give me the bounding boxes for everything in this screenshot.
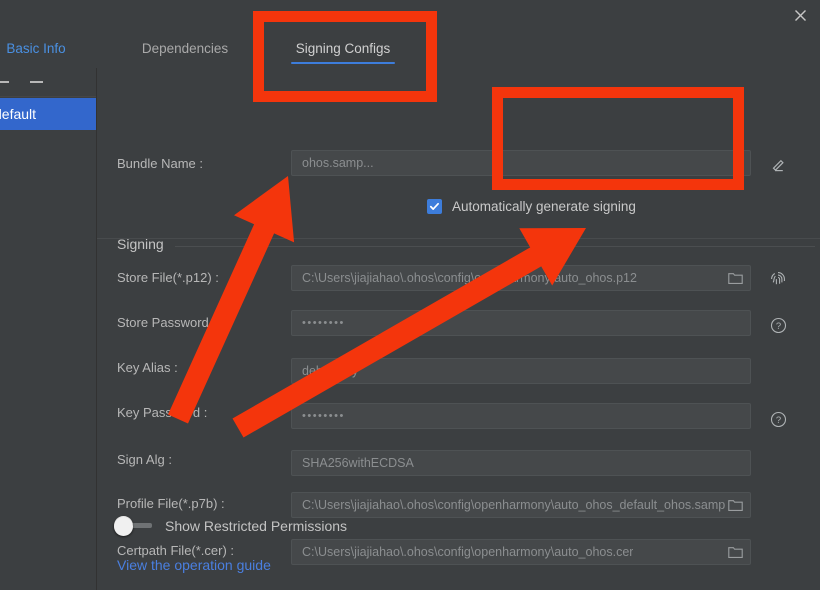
tab-dependencies[interactable]: Dependencies	[128, 28, 242, 68]
active-tab-underline	[291, 62, 395, 64]
key-password-input[interactable]: ••••••••	[291, 403, 751, 429]
bundle-name-input[interactable]: ohos.samp...	[291, 150, 751, 176]
fingerprint-icon[interactable]	[767, 268, 789, 290]
signing-section-rule	[175, 246, 815, 247]
tab-basic-info-label: Basic Info	[6, 40, 66, 56]
store-password-value: ••••••••	[302, 317, 345, 329]
config-list-sidebar: default	[0, 68, 97, 590]
profile-file-input[interactable]: C:\Users\jiajiahao\.ohos\config\openharm…	[291, 492, 751, 518]
auto-generate-signing-checkbox[interactable]: Automatically generate signing	[427, 199, 636, 214]
tab-dependencies-label: Dependencies	[141, 40, 229, 56]
auto-generate-signing-label: Automatically generate signing	[452, 199, 636, 214]
tab-basic-info[interactable]: Basic Info	[0, 28, 86, 68]
sidebar-item-default-label: default	[0, 106, 37, 122]
key-password-label: Key Password :	[117, 405, 208, 420]
checkmark-icon	[427, 199, 442, 214]
store-password-input[interactable]: ••••••••	[291, 310, 751, 336]
tab-bar: Basic Info Dependencies Signing Configs	[0, 28, 820, 69]
help-circle-icon[interactable]: ?	[767, 408, 789, 430]
plus-icon	[0, 81, 9, 83]
store-file-label: Store File(*.p12) :	[117, 270, 219, 285]
sign-alg-value: SHA256withECDSA	[302, 456, 414, 470]
folder-browse-icon[interactable]	[728, 272, 743, 285]
certpath-file-value: C:\Users\jiajiahao\.ohos\config\openharm…	[302, 545, 634, 559]
signing-section-title: Signing	[117, 236, 164, 252]
remove-config-button[interactable]	[28, 76, 44, 88]
folder-browse-icon[interactable]	[728, 499, 743, 512]
folder-browse-icon[interactable]	[728, 546, 743, 559]
profile-file-label: Profile File(*.p7b) :	[117, 496, 225, 511]
svg-text:?: ?	[775, 415, 780, 426]
certpath-file-input[interactable]: C:\Users\jiajiahao\.ohos\config\openharm…	[291, 539, 751, 565]
add-config-button[interactable]	[0, 76, 10, 88]
sidebar-toolbar	[0, 68, 96, 97]
store-password-label: Store Password :	[117, 315, 216, 330]
view-operation-guide-link[interactable]: View the operation guide	[117, 557, 271, 573]
close-icon[interactable]	[788, 4, 812, 26]
tab-signing-configs[interactable]: Signing Configs	[283, 28, 403, 68]
key-alias-value: debugKey	[302, 364, 359, 378]
signing-configs-panel: Bundle Name : ohos.samp... Automatically…	[97, 68, 820, 590]
minus-icon	[29, 81, 43, 83]
show-restricted-permissions-label: Show Restricted Permissions	[165, 518, 348, 534]
window-title-bar	[0, 0, 820, 29]
store-file-input[interactable]: C:\Users\jiajiahao\.ohos\config\openharm…	[291, 265, 751, 291]
panel-divider	[97, 238, 820, 239]
svg-text:?: ?	[775, 321, 780, 332]
certpath-file-label: Certpath File(*.cer) :	[117, 543, 235, 558]
toggle-knob	[114, 517, 133, 536]
key-alias-label: Key Alias :	[117, 360, 178, 375]
bundle-name-value: ohos.samp...	[302, 156, 374, 170]
key-alias-input[interactable]: debugKey	[291, 358, 751, 384]
key-password-value: ••••••••	[302, 410, 345, 422]
help-circle-icon[interactable]: ?	[767, 314, 789, 336]
tab-signing-configs-label: Signing Configs	[295, 40, 391, 56]
profile-file-value: C:\Users\jiajiahao\.ohos\config\openharm…	[302, 498, 726, 512]
sign-alg-label: Sign Alg :	[117, 452, 172, 467]
pencil-edit-icon[interactable]	[767, 153, 789, 175]
bundle-name-label: Bundle Name :	[117, 156, 203, 171]
show-restricted-permissions-toggle[interactable]	[114, 516, 158, 536]
sign-alg-input[interactable]: SHA256withECDSA	[291, 450, 751, 476]
store-file-value: C:\Users\jiajiahao\.ohos\config\openharm…	[302, 271, 637, 285]
sidebar-item-default[interactable]: default	[0, 98, 96, 130]
